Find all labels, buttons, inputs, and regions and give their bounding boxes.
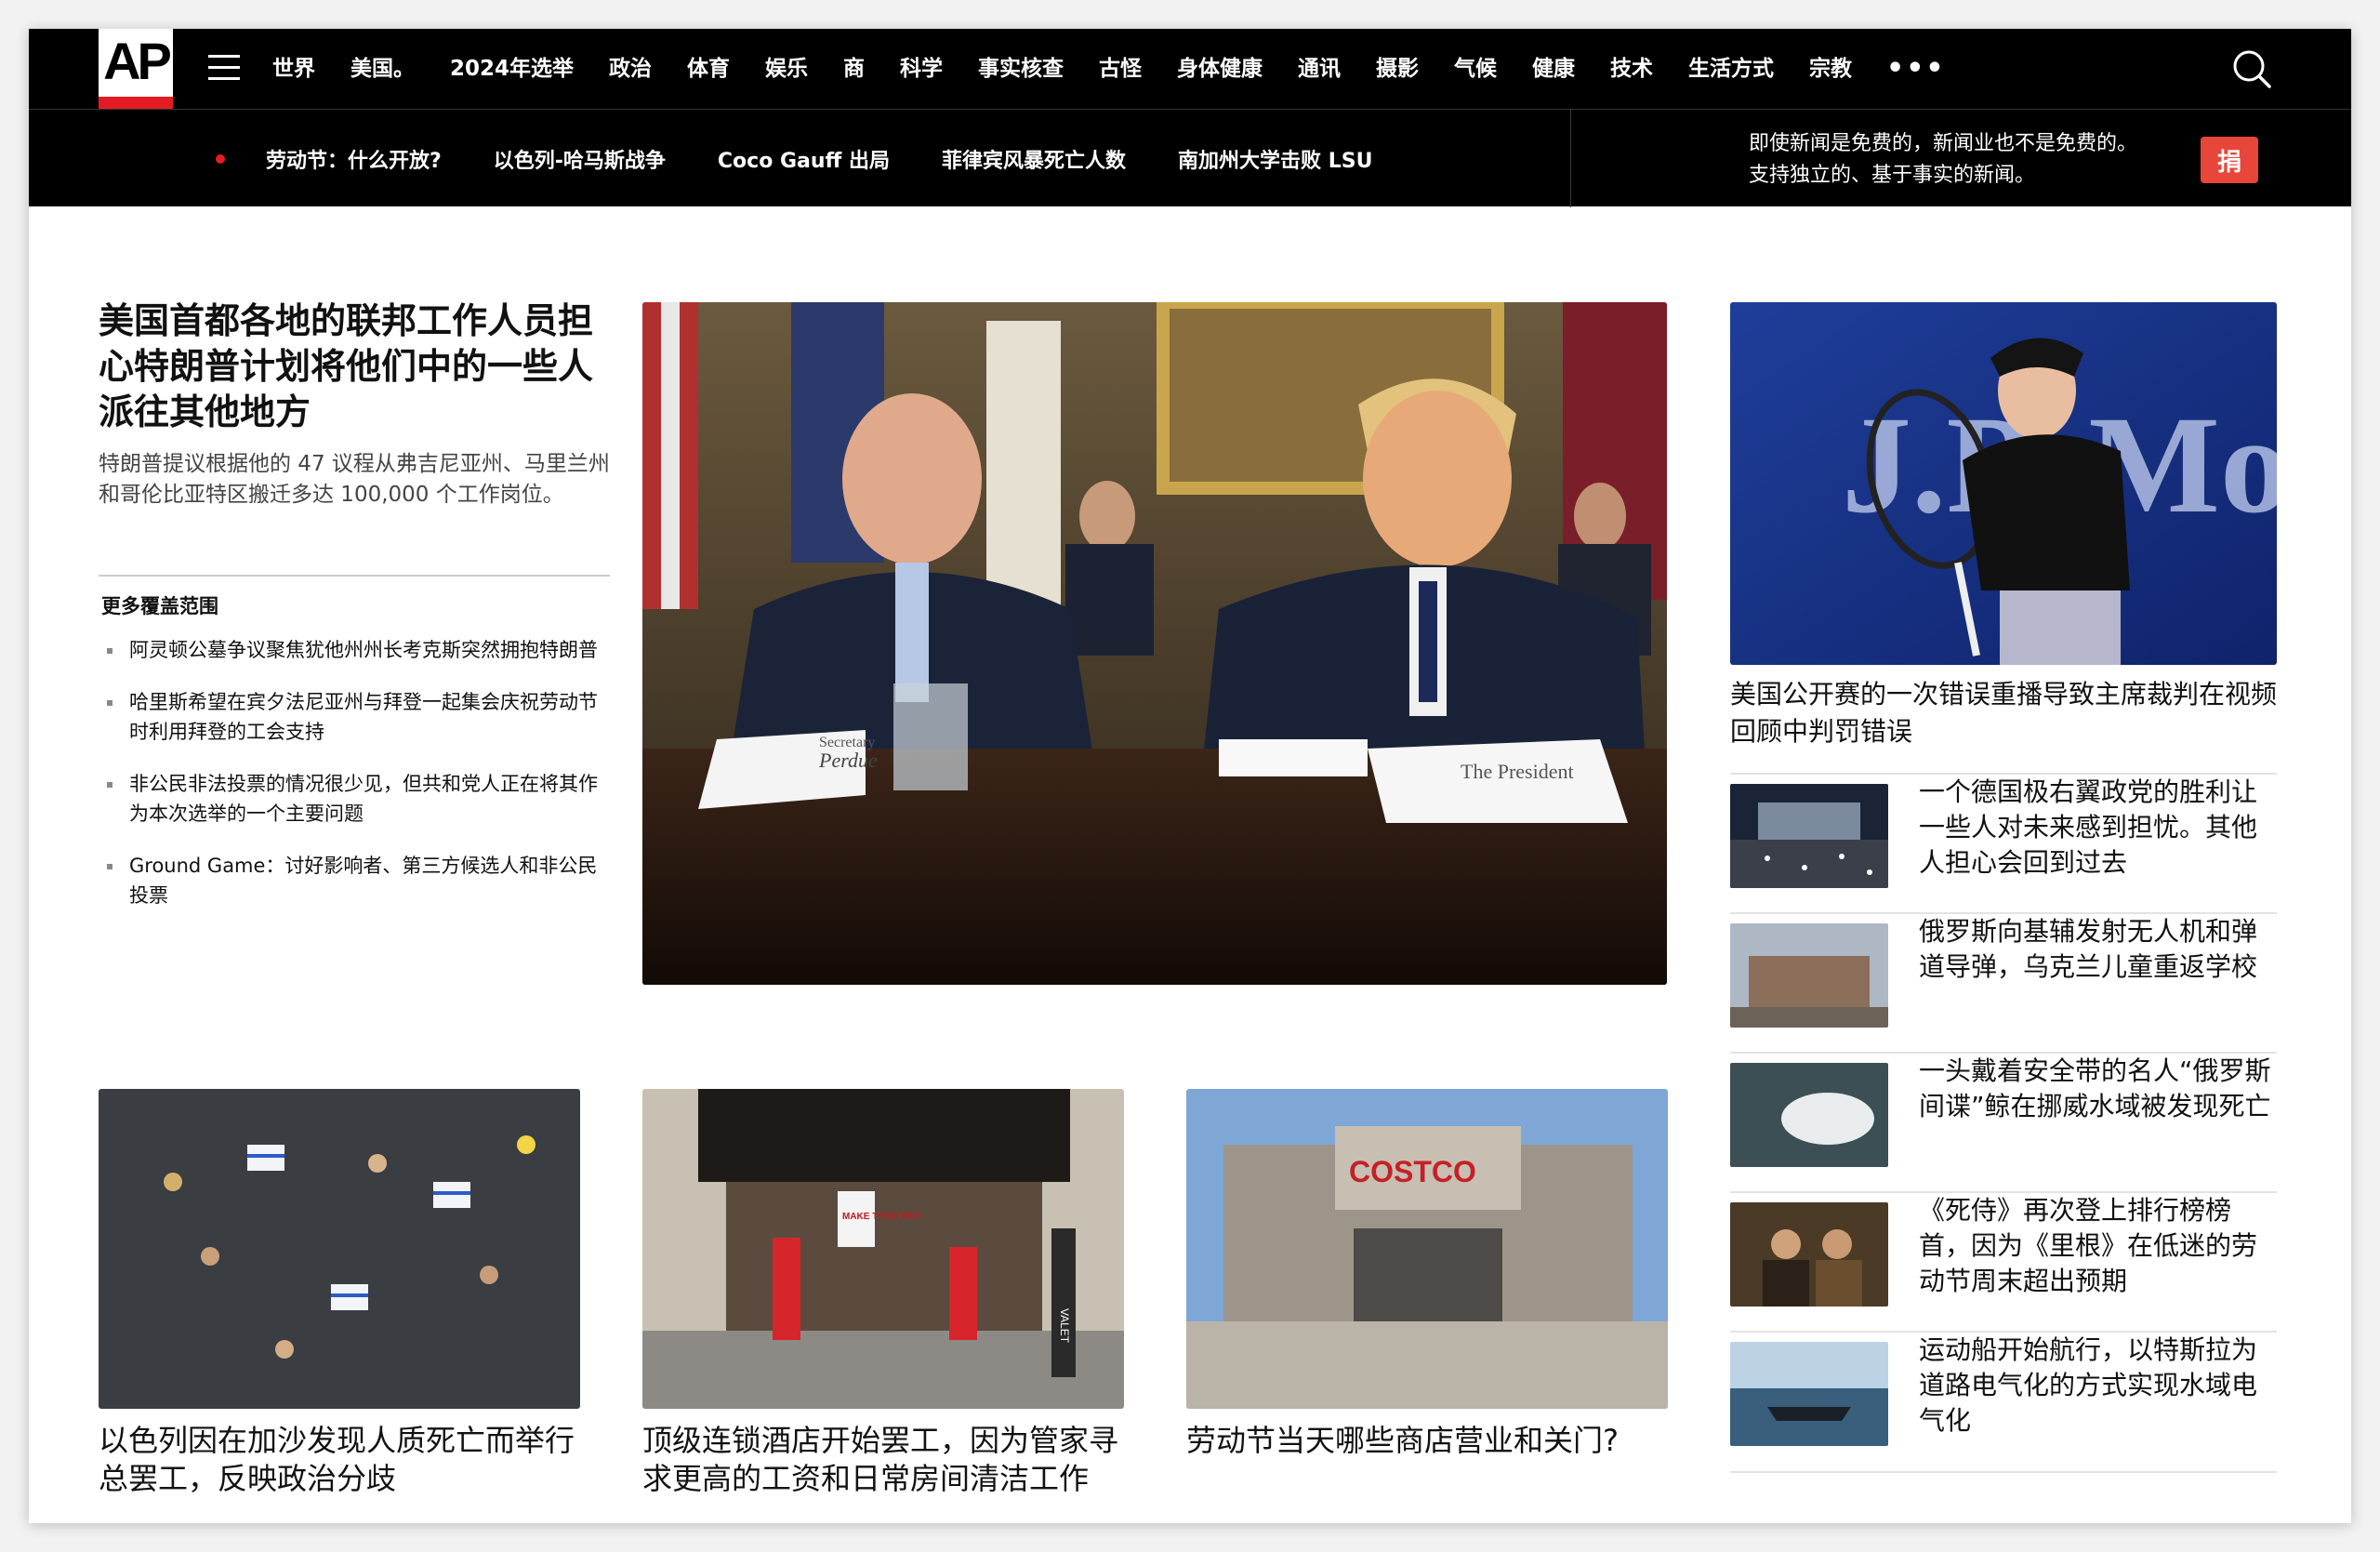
search-icon[interactable] [2230, 47, 2273, 90]
divider [99, 575, 610, 577]
costco-headline[interactable]: 劳动节当天哪些商店营业和关门? [1186, 1422, 1679, 1460]
trending-link[interactable]: Coco Gauff 出局 [718, 144, 890, 174]
trending-link[interactable]: 南加州大学击败 LSU [1178, 144, 1372, 174]
hotel-strike-photo[interactable]: MAKE THEM PAY! VALET [642, 1089, 1124, 1409]
list-item[interactable]: 运动船开始航行，以特斯拉为道路电气化的方式实现水域电气化 [1730, 1331, 2277, 1470]
nav-item-sports[interactable]: 体育 [669, 29, 747, 109]
israel-strike-headline[interactable]: 以色列因在加沙发现人质死亡而举行总罢工，反映政治分歧 [99, 1422, 591, 1498]
tennis-photo[interactable]: J.P. Mor [1730, 302, 2277, 665]
browser-page: AP 世界 美国。 2024年选举 政治 体育 娱乐 商 科学 事实核查 古怪 … [29, 29, 2351, 1523]
nav-item-science[interactable]: 科学 [882, 29, 960, 109]
nav-item-world[interactable]: 世界 [272, 29, 333, 109]
list-item[interactable]: 一个德国极右翼政党的胜利让一些人对未来感到担忧。其他人担心会回到过去 [1730, 773, 2277, 912]
side-story-text: 俄罗斯向基辅发射无人机和弹道导弹，乌克兰儿童重返学校 [1919, 916, 2258, 982]
donate-message: 即使新闻是免费的，新闻业也不是免费的。 支持独立的、基于事实的新闻。 [1749, 128, 2186, 192]
logo-red-bar [99, 97, 173, 109]
side-story-text: 《死侍》再次登上排行榜榜首，因为《里根》在低迷的劳动节周末超出预期 [1919, 1195, 2258, 1296]
nav-item-fitness[interactable]: 身体健康 [1159, 29, 1280, 109]
trending-links: 劳动节：什么开放? 以色列-哈马斯战争 Coco Gauff 出局 菲律宾风暴死… [266, 110, 1424, 207]
section-nav: 世界 美国。 2024年选举 政治 体育 娱乐 商 科学 事实核查 古怪 身体健… [272, 29, 1946, 109]
nav-item-politics[interactable]: 政治 [591, 29, 669, 109]
list-item[interactable]: 非公民非法投票的情况很少见，但共和党人正在将其作为本次选举的一个主要问题 [101, 769, 611, 829]
menu-icon[interactable] [208, 55, 240, 83]
nav-item-oddities[interactable]: 古怪 [1081, 29, 1159, 109]
thumbnail-germany [1730, 784, 1888, 888]
nav-item-us[interactable]: 美国。 [333, 29, 432, 109]
donate-line-2: 支持独立的、基于事实的新闻。 [1749, 164, 2036, 187]
side-story-text: 一个德国极右翼政党的胜利让一些人对未来感到担忧。其他人担心会回到过去 [1919, 776, 2258, 878]
thumbnail-boat [1730, 1342, 1888, 1446]
live-dot-icon [216, 154, 225, 164]
nav-item-fact-check[interactable]: 事实核查 [960, 29, 1081, 109]
strike-sign-text: MAKE THEM PAY! [842, 1212, 922, 1222]
trending-link[interactable]: 以色列-哈马斯战争 [494, 144, 666, 174]
tennis-headline[interactable]: 美国公开赛的一次错误重播导致主席裁判在视频回顾中判罚错误 [1730, 676, 2279, 750]
divider [1570, 110, 1571, 207]
president-sign-text: The President [1461, 760, 1574, 783]
divider [1730, 1471, 2277, 1473]
more-menu-icon[interactable]: ••• [1870, 29, 1946, 109]
lead-headline[interactable]: 美国首都各地的联邦工作人员担心特朗普计划将他们中的一些人派往其他地方 [99, 298, 610, 435]
side-story-text: 一头戴着安全带的名人“俄罗斯间谍”鲸在挪威水域被发现死亡 [1919, 1055, 2271, 1121]
thumbnail-whale [1730, 1063, 1888, 1167]
lead-description: 特朗普提议根据他的 47 议程从弗吉尼亚州、马里兰州和哥伦比亚特区搬迁多达 10… [99, 452, 610, 507]
thumbnail-kyiv [1730, 923, 1888, 1028]
costco-photo[interactable]: COSTCO [1186, 1089, 1668, 1409]
trending-link[interactable]: 劳动节：什么开放? [266, 144, 442, 174]
list-item[interactable]: 一头戴着安全带的名人“俄罗斯间谍”鲸在挪威水域被发现死亡 [1730, 1052, 2277, 1191]
donate-line-1: 即使新闻是免费的，新闻业也不是免费的。 [1749, 132, 2138, 155]
lead-photo[interactable]: Secretary Perdue The President [642, 302, 1667, 985]
trending-link[interactable]: 菲律宾风暴死亡人数 [942, 144, 1126, 174]
nav-item-climate[interactable]: 气候 [1436, 29, 1514, 109]
top-navigation: AP 世界 美国。 2024年选举 政治 体育 娱乐 商 科学 事实核查 古怪 … [29, 29, 2351, 109]
donate-button[interactable]: 捐 [2201, 137, 2258, 183]
nav-item-photography[interactable]: 摄影 [1358, 29, 1436, 109]
perdue-sign-text: Perdue [818, 749, 878, 772]
valet-sign-text: VALET [1058, 1308, 1071, 1344]
more-coverage-list: 阿灵顿公墓争议聚焦犹他州州长考克斯突然拥抱特朗普 哈里斯希望在宾夕法尼亚州与拜登… [101, 635, 611, 933]
nav-item-business[interactable]: 商 [826, 29, 882, 109]
nav-item-religion[interactable]: 宗教 [1792, 29, 1870, 109]
costco-sign-text: COSTCO [1349, 1155, 1476, 1188]
nav-item-lifestyle[interactable]: 生活方式 [1671, 29, 1792, 109]
list-item[interactable]: Ground Game：讨好影响者、第三方候选人和非公民投票 [101, 851, 611, 910]
nav-item-newsletters[interactable]: 通讯 [1280, 29, 1358, 109]
nav-item-health[interactable]: 健康 [1514, 29, 1593, 109]
list-item[interactable]: 俄罗斯向基辅发射无人机和弹道导弹，乌克兰儿童重返学校 [1730, 912, 2277, 1052]
thumbnail-deadpool [1730, 1202, 1888, 1307]
ap-logo[interactable]: AP [99, 29, 173, 109]
side-story-text: 运动船开始航行，以特斯拉为道路电气化的方式实现水域电气化 [1919, 1334, 2258, 1436]
list-item[interactable]: 阿灵顿公墓争议聚焦犹他州州长考克斯突然拥抱特朗普 [101, 635, 611, 665]
nav-item-technology[interactable]: 技术 [1593, 29, 1671, 109]
nav-item-entertainment[interactable]: 娱乐 [747, 29, 826, 109]
nav-item-election-2024[interactable]: 2024年选举 [432, 29, 591, 109]
more-coverage-title: 更多覆盖范围 [101, 595, 218, 617]
israel-strike-photo[interactable] [99, 1089, 580, 1409]
trending-bar: 劳动节：什么开放? 以色列-哈马斯战争 Coco Gauff 出局 菲律宾风暴死… [29, 109, 2351, 207]
list-item[interactable]: 《死侍》再次登上排行榜榜首，因为《里根》在低迷的劳动节周末超出预期 [1730, 1191, 2277, 1331]
hotel-strike-headline[interactable]: 顶级连锁酒店开始罢工，因为管家寻求更高的工资和日常房间清洁工作 [642, 1422, 1135, 1498]
list-item[interactable]: 哈里斯希望在宾夕法尼亚州与拜登一起集会庆祝劳动节时利用拜登的工会支持 [101, 687, 611, 747]
logo-text: AP [103, 32, 172, 90]
